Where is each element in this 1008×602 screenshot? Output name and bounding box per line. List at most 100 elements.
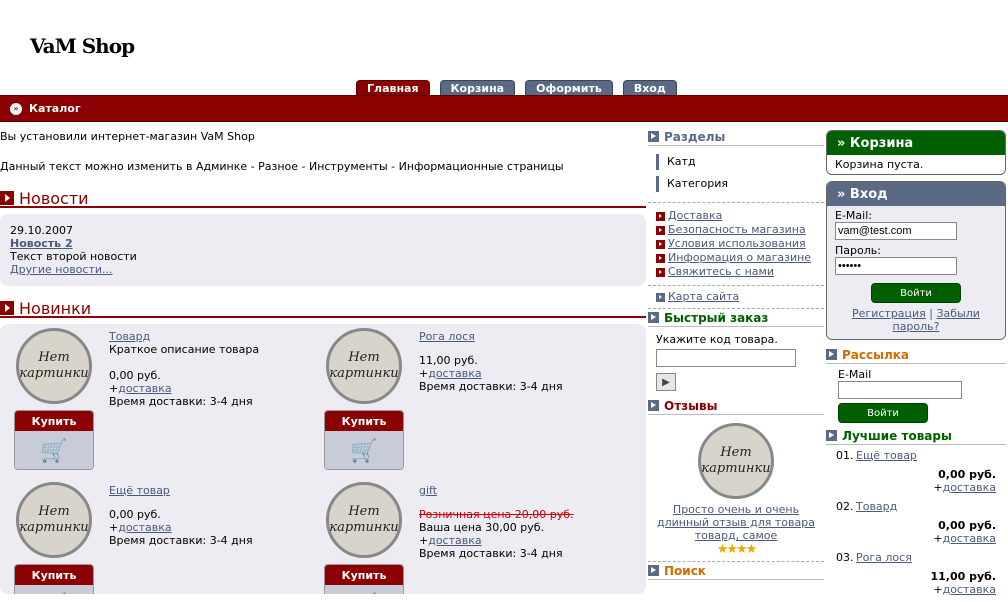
password-input[interactable] (835, 257, 957, 275)
list-item: 03. Рога лося 11,00 руб. +доставка (836, 551, 996, 596)
newsletter-form: E-Mail Войти (826, 364, 1006, 427)
link-separator: | (925, 307, 937, 320)
arrow-icon (648, 131, 659, 142)
news-heading: Новости (0, 188, 646, 208)
news-item-text: Текст второй новости (10, 250, 137, 263)
buy-button[interactable]: Купить 🛒 (324, 410, 404, 470)
delivery-prefix: + (419, 367, 429, 380)
email-input[interactable] (835, 222, 957, 240)
info-link-delivery[interactable]: Доставка (668, 209, 722, 223)
more-news-link[interactable]: Другие новости... (10, 263, 636, 276)
login-button[interactable]: Войти (871, 283, 961, 303)
best-product-link[interactable]: Ещё товар (856, 449, 917, 462)
buy-button[interactable]: Купить 🛒 (14, 410, 94, 470)
login-box-title[interactable]: » Вход (827, 182, 1005, 206)
best-products-title: Лучшие товары (842, 428, 952, 443)
product-name-link[interactable]: Рога лося (419, 330, 563, 343)
news-box: 29.10.2007 Новость 2 Текст второй новост… (0, 214, 646, 286)
main-content: Вы установили интернет-магазин VaM Shop … (0, 130, 646, 594)
tab-cart[interactable]: Корзина (439, 80, 516, 95)
product-price: 11,00 руб. (419, 354, 478, 367)
cart-box: » Корзина Корзина пуста. (826, 130, 1006, 175)
newsletter-email-input[interactable] (838, 381, 962, 399)
info-link-security[interactable]: Безопасность магазина (668, 223, 806, 237)
delivery-link[interactable]: доставка (943, 481, 996, 494)
cart-box-title[interactable]: » Корзина (827, 131, 1005, 155)
best-product-link[interactable]: Товард (856, 500, 897, 513)
arrow-icon (826, 430, 837, 441)
info-link-contact[interactable]: Свяжитесь с нами (668, 265, 774, 279)
news-date: 29.10.2007 (10, 224, 73, 237)
bullet-icon (656, 292, 665, 302)
new-products-title: Новинки (19, 298, 92, 318)
tab-login[interactable]: Вход (622, 80, 677, 95)
delivery-link[interactable]: доставка (943, 532, 996, 545)
delivery-time: Время доставки: 3-4 дня (419, 547, 563, 560)
best-products-heading: Лучшие товары (826, 427, 1006, 445)
sitemap-link[interactable]: Карта сайта (668, 290, 739, 304)
no-image-placeholder[interactable]: Нет картинки (698, 423, 774, 499)
category-item[interactable]: Категория (656, 176, 816, 192)
no-image-placeholder[interactable]: Нет картинки (326, 482, 402, 558)
rank-number: 02. (836, 500, 854, 513)
password-label: Пароль: (835, 244, 881, 257)
newsletter-submit-button[interactable]: Войти (838, 403, 928, 423)
cart-icon: 🛒 (15, 585, 93, 594)
product-card: Нет картинки Купить 🛒 gift Розничная цен… (324, 482, 634, 594)
best-product-link[interactable]: Рога лося (856, 551, 912, 564)
delivery-link[interactable]: доставка (428, 367, 481, 380)
quick-order-title: Быстрый заказ (664, 310, 769, 325)
catalog-bar[interactable]: » Каталог (0, 95, 1008, 122)
delivery-link[interactable]: доставка (118, 521, 171, 534)
delivery-link[interactable]: доставка (118, 382, 171, 395)
new-products-heading: Новинки (0, 298, 646, 318)
delivery-link[interactable]: доставка (428, 534, 481, 547)
buy-button[interactable]: Купить 🛒 (324, 564, 404, 594)
rank-number: 03. (836, 551, 854, 564)
search-heading: Поиск (648, 562, 824, 580)
product-price: 0,00 руб. (109, 508, 161, 521)
buy-button[interactable]: Купить 🛒 (14, 564, 94, 594)
register-link[interactable]: Регистрация (852, 307, 926, 320)
info-link-about[interactable]: Информация о магазине (668, 251, 811, 265)
delivery-prefix: + (109, 521, 119, 534)
no-image-placeholder[interactable]: Нет картинки (326, 328, 402, 404)
buy-label: Купить (15, 411, 93, 431)
arrow-icon (648, 565, 659, 576)
buy-label: Купить (15, 565, 93, 585)
sitemap-row: Карта сайта (648, 286, 824, 309)
tab-checkout[interactable]: Оформить (525, 80, 613, 95)
news-item-link[interactable]: Новость 2 (10, 237, 636, 250)
cart-icon: 🛒 (325, 585, 403, 594)
best-products-list: 01. Ещё товар 0,00 руб. +доставка 02. Това… (826, 445, 1006, 602)
category-item[interactable]: Катд (656, 154, 816, 170)
product-price: 0,00 руб. (109, 369, 161, 382)
right-column: » Корзина Корзина пуста. » Вход E-Mail: … (826, 130, 1006, 602)
delivery-prefix: + (419, 534, 429, 547)
info-link-terms[interactable]: Условия использования (668, 237, 806, 251)
no-image-placeholder[interactable]: Нет картинки (16, 482, 92, 558)
delivery-link[interactable]: доставка (943, 583, 996, 596)
product-name-link[interactable]: gift (419, 484, 574, 497)
shop-logo[interactable]: VaM Shop (30, 34, 135, 58)
intro-text: Вы установили интернет-магазин VaM Shop … (0, 130, 646, 174)
bullet-icon (656, 225, 665, 235)
arrow-icon (0, 191, 14, 205)
review-block: Нет картинки Просто очень и очень длинны… (648, 415, 824, 562)
go-arrow-button[interactable]: ▶ (656, 373, 676, 391)
cart-icon: 🛒 (325, 431, 403, 469)
cart-empty-text: Корзина пуста. (827, 155, 1005, 174)
product-name-link[interactable]: Товард (109, 330, 259, 343)
tab-home[interactable]: Главная (356, 80, 430, 95)
sections-title: Разделы (664, 129, 726, 144)
no-image-placeholder[interactable]: Нет картинки (16, 328, 92, 404)
bullet-icon (656, 267, 665, 277)
product-price: Ваша цена 30,00 руб. (419, 521, 545, 534)
product-name-link[interactable]: Ещё товар (109, 484, 253, 497)
news-title: Новости (19, 188, 89, 208)
review-link[interactable]: Просто очень и очень длинный отзыв для т… (648, 503, 824, 542)
delivery-time: Время доставки: 3-4 дня (109, 534, 253, 547)
delivery-time: Время доставки: 3-4 дня (109, 395, 253, 408)
product-code-input[interactable] (656, 349, 796, 367)
delivery-prefix: + (933, 532, 943, 545)
